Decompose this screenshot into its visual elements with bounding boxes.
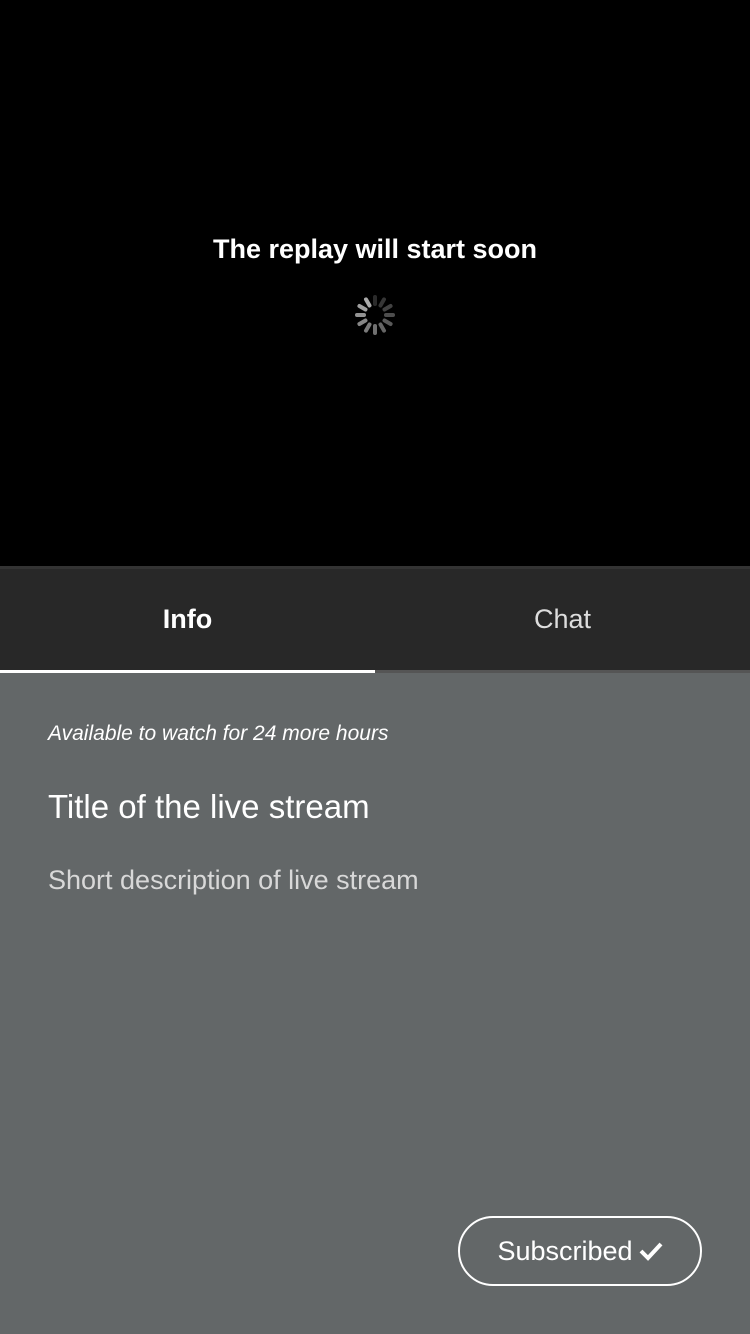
spinner-bar [384, 313, 395, 317]
replay-message: The replay will start soon [212, 234, 538, 264]
subscribed-label: Subscribed [497, 1235, 633, 1266]
availability-text: Available to watch for 24 more hours [48, 722, 389, 745]
video-player[interactable]: The replay will start soon [0, 0, 750, 566]
loading-spinner-icon [355, 295, 395, 335]
tab-info[interactable]: Info [0, 569, 375, 673]
tab-chat[interactable]: Chat [375, 569, 750, 673]
tab-bar: Info Chat [0, 566, 750, 673]
spinner-bar [373, 295, 377, 306]
stream-description: Short description of live stream [48, 865, 419, 895]
checkmark-icon [639, 1242, 663, 1261]
subscribed-button[interactable]: Subscribed [458, 1216, 702, 1286]
stream-title: Title of the live stream [48, 788, 370, 825]
spinner-bar [381, 303, 394, 313]
spinner-bar [355, 313, 366, 317]
spinner-bar [363, 321, 373, 334]
spinner-bar [373, 324, 377, 335]
